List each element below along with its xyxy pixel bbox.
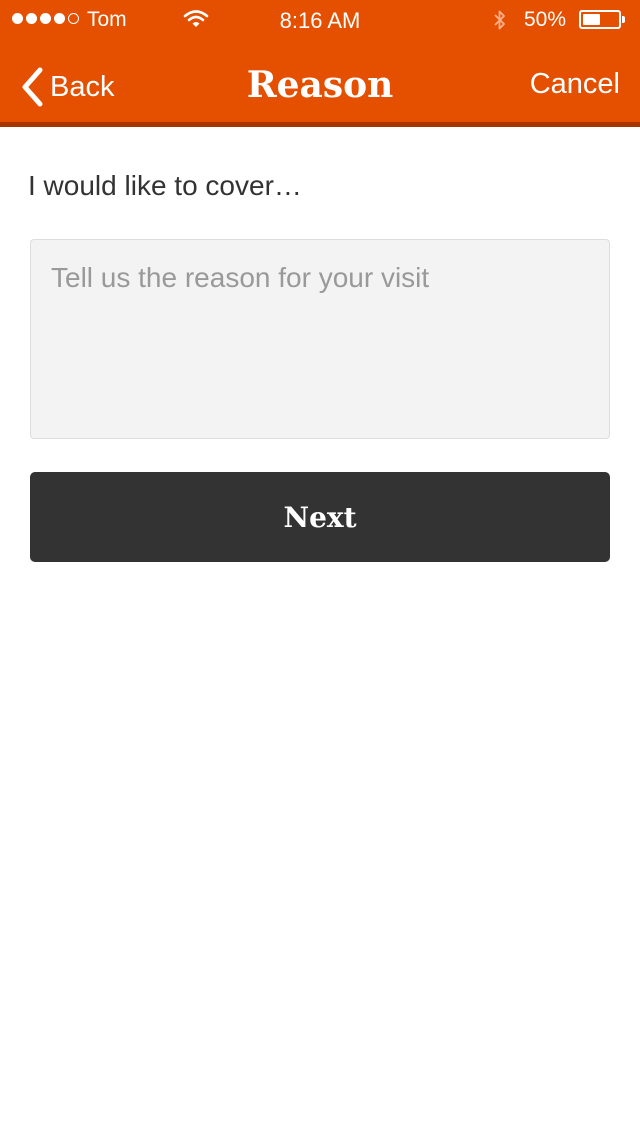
reason-input[interactable] xyxy=(30,239,610,439)
battery-icon xyxy=(579,10,621,29)
navigation-bar: Back Reason Cancel xyxy=(0,40,640,122)
reason-prompt: I would like to cover… xyxy=(28,170,302,201)
top-bar-shadow xyxy=(0,122,640,127)
battery-percentage: 50% xyxy=(524,8,567,31)
bluetooth-icon xyxy=(492,8,508,38)
battery-level xyxy=(583,14,600,25)
cancel-button[interactable]: Cancel xyxy=(530,68,620,101)
next-button[interactable]: Next xyxy=(30,472,610,562)
status-bar: Tom 8:16 AM 50% xyxy=(0,0,640,40)
battery-tip xyxy=(622,16,625,23)
